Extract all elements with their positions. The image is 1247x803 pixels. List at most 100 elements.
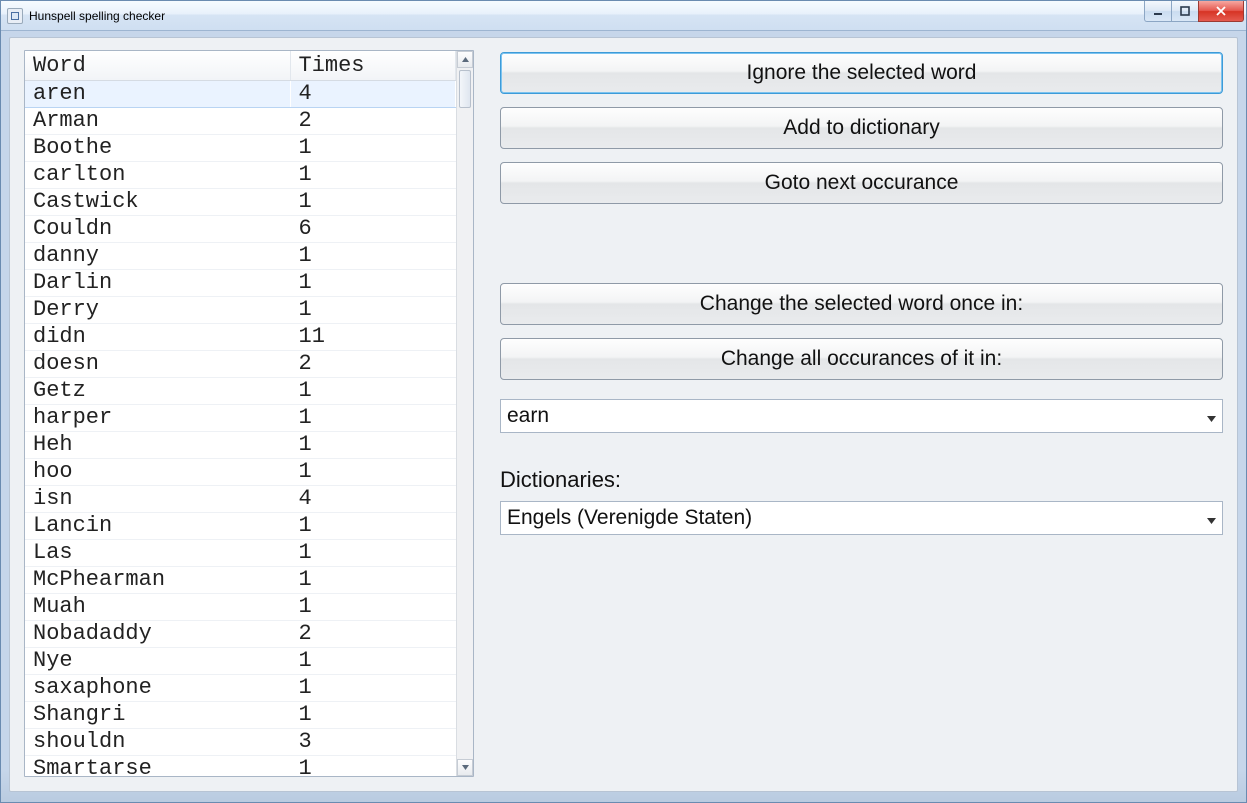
chevron-down-icon — [1207, 506, 1216, 530]
cell-times: 1 — [290, 702, 456, 729]
cell-word: harper — [25, 405, 290, 432]
table-row[interactable]: Muah1 — [25, 594, 456, 621]
cell-word: isn — [25, 486, 290, 513]
table-row[interactable]: Darlin1 — [25, 270, 456, 297]
cell-times: 1 — [290, 189, 456, 216]
suggestion-value: earn — [507, 404, 549, 428]
cell-times: 1 — [290, 243, 456, 270]
table-row[interactable]: Lancin1 — [25, 513, 456, 540]
table-row[interactable]: aren4 — [25, 81, 456, 108]
cell-word: Muah — [25, 594, 290, 621]
cell-word: Nye — [25, 648, 290, 675]
table-row[interactable]: Nobadaddy2 — [25, 621, 456, 648]
cell-times: 1 — [290, 648, 456, 675]
table-row[interactable]: saxaphone1 — [25, 675, 456, 702]
table-row[interactable]: Boothe1 — [25, 135, 456, 162]
cell-word: doesn — [25, 351, 290, 378]
table-row[interactable]: Castwick1 — [25, 189, 456, 216]
cell-word: shouldn — [25, 729, 290, 756]
goto-next-button[interactable]: Goto next occurance — [500, 162, 1223, 204]
chevron-down-icon — [1207, 404, 1216, 428]
cell-times: 1 — [290, 270, 456, 297]
cell-word: hoo — [25, 459, 290, 486]
table-row[interactable]: McPhearman1 — [25, 567, 456, 594]
cell-times: 1 — [290, 594, 456, 621]
cell-word: aren — [25, 81, 290, 108]
actions-panel: Ignore the selected word Add to dictiona… — [500, 50, 1223, 777]
table-row[interactable]: doesn2 — [25, 351, 456, 378]
table-row[interactable]: Smartarse1 — [25, 756, 456, 777]
ignore-button[interactable]: Ignore the selected word — [500, 52, 1223, 94]
cell-word: Boothe — [25, 135, 290, 162]
table-row[interactable]: shouldn3 — [25, 729, 456, 756]
cell-times: 2 — [290, 108, 456, 135]
cell-times: 1 — [290, 459, 456, 486]
word-table-panel: Word Times aren4Arman2Boothe1carlton1Cas… — [24, 50, 474, 777]
cell-word: Las — [25, 540, 290, 567]
cell-times: 1 — [290, 297, 456, 324]
cell-times: 2 — [290, 621, 456, 648]
dictionaries-label: Dictionaries: — [500, 467, 1223, 493]
word-table-scroll[interactable]: Word Times aren4Arman2Boothe1carlton1Cas… — [25, 51, 456, 776]
cell-times: 1 — [290, 378, 456, 405]
cell-word: Castwick — [25, 189, 290, 216]
window-title: Hunspell spelling checker — [29, 9, 1145, 23]
scroll-thumb[interactable] — [459, 70, 471, 108]
cell-word: Lancin — [25, 513, 290, 540]
cell-word: Smartarse — [25, 756, 290, 777]
client-area: Word Times aren4Arman2Boothe1carlton1Cas… — [9, 37, 1238, 792]
cell-word: Arman — [25, 108, 290, 135]
table-row[interactable]: Heh1 — [25, 432, 456, 459]
dictionaries-combo[interactable]: Engels (Verenigde Staten) — [500, 501, 1223, 535]
table-row[interactable]: Las1 — [25, 540, 456, 567]
scroll-down-button[interactable] — [457, 759, 473, 776]
table-row[interactable]: hoo1 — [25, 459, 456, 486]
cell-times: 11 — [290, 324, 456, 351]
column-header-word[interactable]: Word — [25, 51, 290, 81]
titlebar[interactable]: Hunspell spelling checker — [1, 1, 1246, 31]
add-dictionary-button[interactable]: Add to dictionary — [500, 107, 1223, 149]
scroll-up-button[interactable] — [457, 51, 473, 68]
vertical-scrollbar[interactable] — [456, 51, 473, 776]
table-row[interactable]: carlton1 — [25, 162, 456, 189]
table-row[interactable]: Nye1 — [25, 648, 456, 675]
cell-word: danny — [25, 243, 290, 270]
cell-times: 1 — [290, 135, 456, 162]
cell-word: Derry — [25, 297, 290, 324]
cell-times: 1 — [290, 756, 456, 777]
cell-times: 1 — [290, 432, 456, 459]
cell-word: Couldn — [25, 216, 290, 243]
cell-word: McPhearman — [25, 567, 290, 594]
cell-word: Getz — [25, 378, 290, 405]
cell-times: 1 — [290, 513, 456, 540]
column-header-times[interactable]: Times — [290, 51, 456, 81]
dictionaries-value: Engels (Verenigde Staten) — [507, 506, 752, 530]
table-row[interactable]: didn11 — [25, 324, 456, 351]
table-row[interactable]: harper1 — [25, 405, 456, 432]
cell-word: didn — [25, 324, 290, 351]
cell-times: 1 — [290, 162, 456, 189]
suggestion-combo[interactable]: earn — [500, 399, 1223, 433]
minimize-button[interactable] — [1144, 1, 1172, 22]
close-button[interactable] — [1198, 1, 1244, 22]
table-row[interactable]: Shangri1 — [25, 702, 456, 729]
cell-times: 1 — [290, 675, 456, 702]
window-buttons — [1145, 1, 1244, 22]
cell-times: 1 — [290, 405, 456, 432]
word-table[interactable]: Word Times aren4Arman2Boothe1carlton1Cas… — [25, 51, 456, 776]
table-row[interactable]: Couldn6 — [25, 216, 456, 243]
cell-word: carlton — [25, 162, 290, 189]
cell-word: Shangri — [25, 702, 290, 729]
cell-times: 3 — [290, 729, 456, 756]
maximize-button[interactable] — [1171, 1, 1199, 22]
change-all-button[interactable]: Change all occurances of it in: — [500, 338, 1223, 380]
table-row[interactable]: Derry1 — [25, 297, 456, 324]
app-window: Hunspell spelling checker Word — [0, 0, 1247, 803]
table-row[interactable]: Arman2 — [25, 108, 456, 135]
change-once-button[interactable]: Change the selected word once in: — [500, 283, 1223, 325]
cell-word: saxaphone — [25, 675, 290, 702]
scroll-track[interactable] — [457, 68, 473, 759]
table-row[interactable]: danny1 — [25, 243, 456, 270]
table-row[interactable]: isn4 — [25, 486, 456, 513]
table-row[interactable]: Getz1 — [25, 378, 456, 405]
